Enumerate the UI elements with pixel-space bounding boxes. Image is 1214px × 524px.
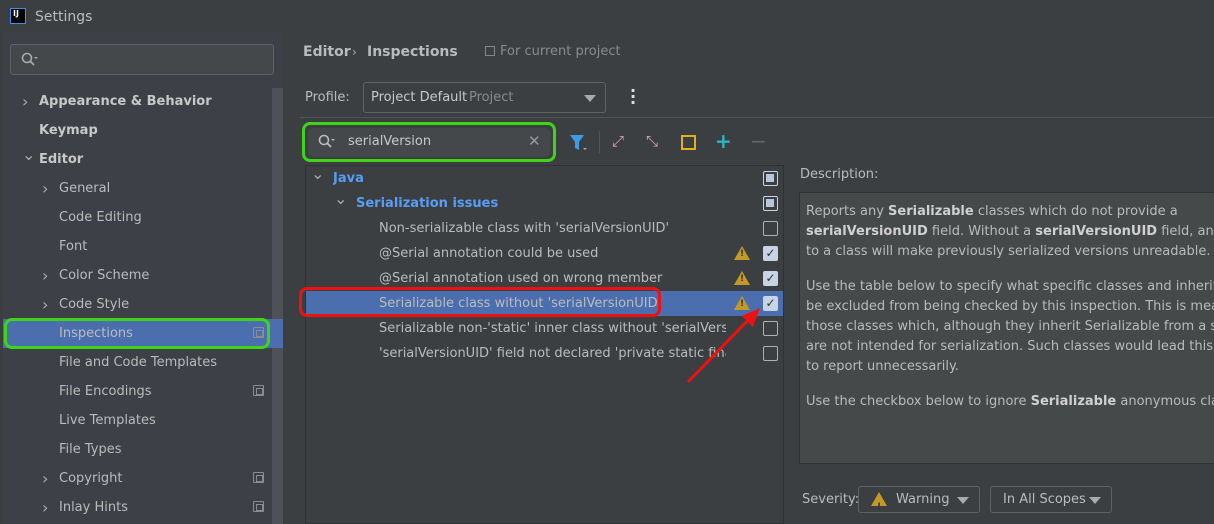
severity-label: Severity: — [802, 492, 860, 507]
profile-value: Project Default — [371, 90, 468, 105]
expand-all-icon[interactable]: ⤢ — [612, 132, 624, 150]
window-title: Settings — [35, 9, 93, 25]
inspection-category[interactable]: ⌄ Serialization issues — [306, 189, 783, 216]
remove-icon[interactable]: − — [750, 129, 767, 153]
sidebar-item-inlay-hints[interactable]: › Inlay Hints — [3, 493, 272, 522]
chevron-down-icon[interactable]: ⌄ — [334, 186, 347, 211]
sidebar-item-file-encodings[interactable]: File Encodings — [3, 377, 272, 406]
sidebar-item-label: File Types — [59, 442, 122, 457]
inspection-checkbox[interactable] — [763, 196, 778, 211]
chevron-right-icon[interactable]: › — [42, 261, 48, 290]
selected-row-highlight-annotation — [299, 287, 661, 317]
inspection-checkbox[interactable]: ✓ — [763, 271, 778, 286]
sidebar-item-file-types[interactable]: File Types — [3, 435, 272, 464]
sidebar-item-general[interactable]: › General — [3, 174, 272, 203]
inspections-highlight-annotation — [4, 318, 270, 349]
sidebar-item-label: Font — [59, 239, 88, 254]
more-options-icon[interactable]: · · · — [630, 83, 636, 111]
inspection-label: 'serialVersionUID' field not declared 'p… — [379, 346, 726, 361]
chevron-right-icon[interactable]: › — [42, 493, 48, 522]
warning-icon: ! — [734, 271, 750, 285]
sidebar-item-label: Copyright — [59, 471, 123, 486]
inspection-label: Java — [333, 171, 364, 186]
profile-label: Profile: — [305, 90, 350, 105]
sidebar-item-file-and-code-templates[interactable]: File and Code Templates — [3, 348, 272, 377]
sidebar-item-copyright[interactable]: › Copyright — [3, 464, 272, 493]
sidebar-item-label: Color Scheme — [59, 268, 150, 283]
inspection-checkbox[interactable]: ✓ — [763, 246, 778, 261]
sidebar-item-label: Code Editing — [59, 210, 142, 225]
sidebar-scrollbar[interactable] — [272, 88, 283, 524]
chevron-right-icon[interactable]: › — [42, 464, 48, 493]
red-arrow-annotation — [686, 308, 760, 384]
scope-value: In All Scopes — [1003, 492, 1086, 507]
breadcrumb-inspections: Inspections — [367, 44, 458, 60]
chevron-down-icon — [1089, 497, 1101, 504]
project-scope-icon — [253, 385, 264, 396]
collapse-all-icon[interactable]: ⤡ — [646, 132, 658, 150]
reset-icon[interactable] — [681, 135, 696, 150]
sidebar-item-code-style[interactable]: › Code Style — [3, 290, 272, 319]
title-bar — [0, 0, 1214, 34]
inspection-label: Serialization issues — [356, 196, 499, 211]
inspection-category[interactable]: ⌄ Java — [306, 164, 783, 191]
chevron-down-icon — [957, 497, 969, 504]
severity-dropdown[interactable]: ! Warning — [858, 486, 980, 513]
settings-search-input[interactable] — [10, 44, 274, 75]
toolbar-separator — [599, 131, 600, 153]
project-scope-icon — [485, 46, 495, 56]
sidebar-item-label: Live Templates — [59, 413, 156, 428]
project-scope-icon — [253, 472, 264, 483]
inspection-checkbox[interactable] — [763, 171, 778, 186]
sidebar-item-live-templates[interactable]: Live Templates — [3, 406, 272, 435]
sidebar-item-label: Keymap — [39, 123, 98, 138]
sidebar-item-font[interactable]: Font — [3, 232, 272, 261]
breadcrumb-separator-icon: › — [352, 45, 357, 59]
intellij-logo-icon: IJ — [10, 8, 26, 24]
chevron-right-icon[interactable]: › — [42, 174, 48, 203]
sidebar-item-editor[interactable]: ⌄ Editor — [3, 145, 272, 174]
search-highlight-annotation — [302, 122, 556, 162]
sidebar-item-label: General — [59, 181, 111, 196]
sidebar-item-code-editing[interactable]: Code Editing — [3, 203, 272, 232]
sidebar-item-appearance-behavior[interactable]: › Appearance & Behavior — [3, 87, 272, 116]
description-label: Description: — [800, 167, 879, 182]
profile-dropdown[interactable]: Project Default Project — [363, 82, 606, 113]
sidebar-item-label: Appearance & Behavior — [39, 94, 212, 109]
sidebar-item-label: Editor — [39, 152, 84, 167]
divider — [300, 117, 1214, 118]
sidebar-item-label: File Encodings — [59, 384, 152, 399]
sidebar-item-color-scheme[interactable]: › Color Scheme — [3, 261, 272, 290]
inspection-label: Serializable non-'static' inner class wi… — [379, 321, 726, 336]
severity-value: Warning — [896, 492, 950, 507]
sidebar-item-label: File and Code Templates — [59, 355, 217, 370]
description-panel: Reports any Serializable classes which d… — [799, 192, 1214, 464]
inspection-label: Non-serializable class with 'serialVersi… — [379, 221, 670, 236]
scope-dropdown[interactable]: In All Scopes — [990, 486, 1112, 513]
chevron-right-icon[interactable]: › — [22, 87, 28, 116]
inspection-checkbox[interactable] — [763, 221, 778, 236]
profile-hint: Project — [469, 90, 514, 105]
filter-icon[interactable] — [569, 134, 589, 152]
chevron-right-icon[interactable]: › — [42, 290, 48, 319]
sidebar-item-label: Inlay Hints — [59, 500, 128, 515]
chevron-down-icon — [584, 95, 596, 102]
warning-icon: ! — [734, 246, 750, 260]
breadcrumb-editor[interactable]: Editor — [303, 44, 351, 60]
project-scope-icon — [253, 501, 264, 512]
sidebar-item-label: Code Style — [59, 297, 130, 312]
inspection-row[interactable]: Non-serializable class with 'serialVersi… — [306, 216, 783, 241]
add-icon[interactable]: + — [715, 129, 732, 153]
search-icon — [21, 52, 38, 66]
sidebar-item-keymap[interactable]: Keymap — [3, 116, 272, 145]
inspection-label: @Serial annotation could be used — [379, 246, 599, 261]
warning-icon: ! — [871, 492, 887, 512]
scope-note: For current project — [500, 44, 621, 59]
chevron-down-icon[interactable]: ⌄ — [311, 161, 324, 186]
chevron-down-icon[interactable]: ⌄ — [22, 140, 35, 169]
inspection-row[interactable]: @Serial annotation could be used — [306, 241, 783, 266]
